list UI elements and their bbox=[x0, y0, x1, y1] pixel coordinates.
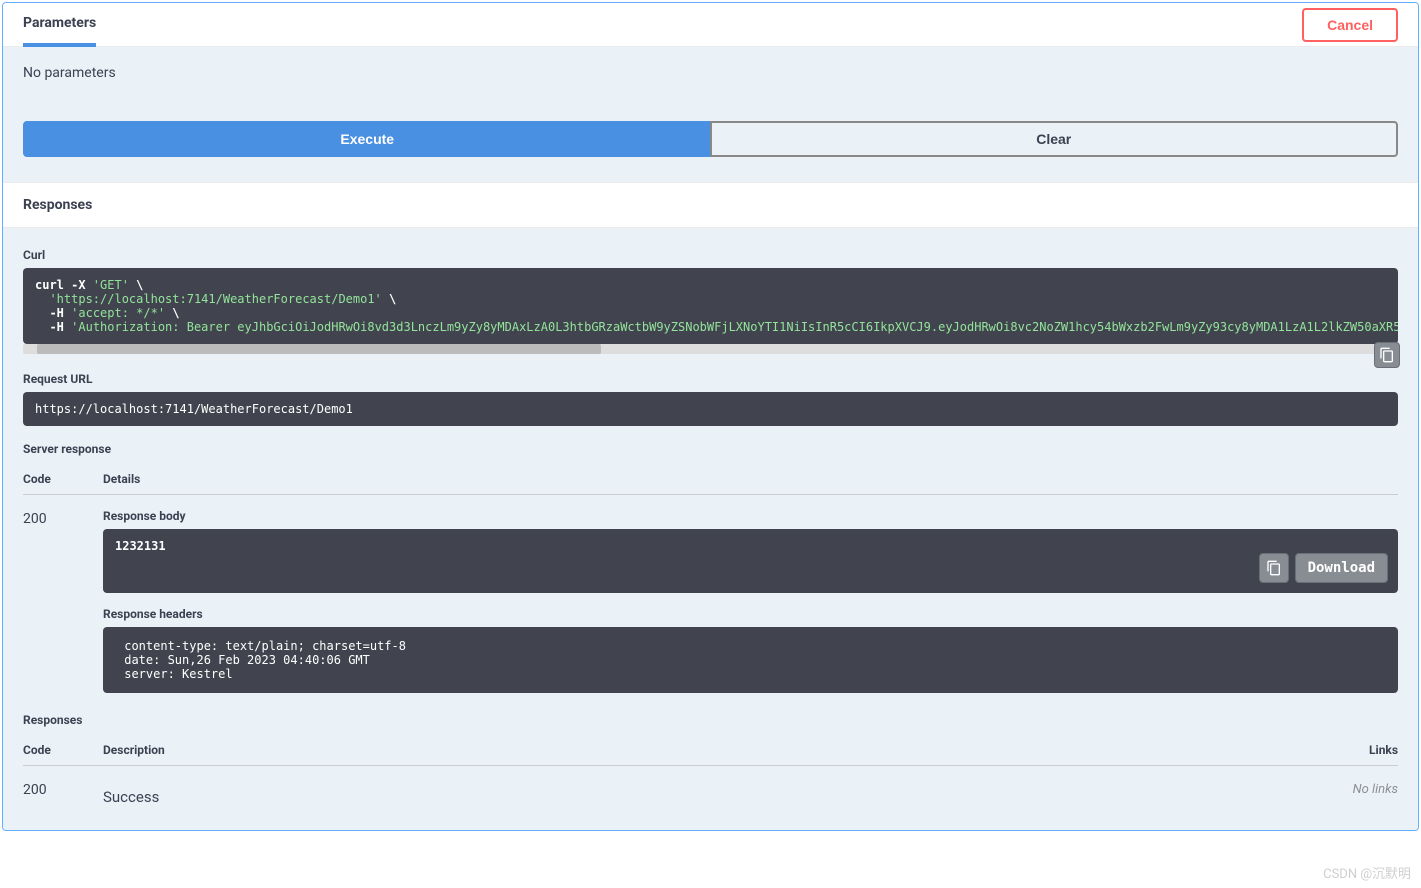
curl-method: 'GET' bbox=[93, 278, 129, 292]
watermark: CSDN @沉默明 bbox=[1323, 863, 1411, 882]
execute-button[interactable]: Execute bbox=[23, 121, 710, 157]
curl-bs2: \ bbox=[382, 292, 396, 306]
doc-description: Success bbox=[103, 780, 1308, 806]
curl-h1-pre: -H bbox=[49, 306, 71, 320]
curl-cmd: curl -X bbox=[35, 278, 93, 292]
clipboard-icon bbox=[1379, 347, 1395, 363]
responses-table-label: Responses bbox=[23, 713, 1398, 727]
no-parameters-text: No parameters bbox=[23, 65, 1398, 81]
copy-curl-button[interactable] bbox=[1374, 342, 1400, 368]
response-body-value: 1232131 bbox=[115, 539, 166, 553]
curl-scrollbar[interactable] bbox=[23, 344, 1398, 354]
cancel-button[interactable]: Cancel bbox=[1302, 8, 1398, 42]
response-body-block[interactable]: 1232131 Download bbox=[103, 529, 1398, 593]
curl-wrap: curl -X 'GET' \ 'https://localhost:7141/… bbox=[23, 268, 1398, 354]
button-row: Execute Clear bbox=[23, 121, 1398, 157]
tab-parameters[interactable]: Parameters bbox=[23, 3, 96, 47]
parameters-body: No parameters Execute Clear bbox=[3, 47, 1418, 182]
body-actions: Download bbox=[1259, 553, 1388, 583]
doc-code: 200 bbox=[23, 780, 103, 806]
col-links: Links bbox=[1308, 743, 1398, 757]
tab-header: Parameters Cancel bbox=[3, 3, 1418, 47]
response-headers-label: Response headers bbox=[103, 607, 1398, 621]
clear-button[interactable]: Clear bbox=[710, 121, 1399, 157]
curl-url: 'https://localhost:7141/WeatherForecast/… bbox=[49, 292, 381, 306]
col-code2: Code bbox=[23, 743, 103, 757]
responses-area: Curl curl -X 'GET' \ 'https://localhost:… bbox=[3, 228, 1418, 830]
clipboard-icon bbox=[1266, 560, 1282, 576]
curl-label: Curl bbox=[23, 248, 1398, 262]
doc-links: No links bbox=[1308, 780, 1398, 806]
response-details: Response body 1232131 Download Response … bbox=[103, 509, 1398, 693]
responses-table-header: Code Description Links bbox=[23, 733, 1398, 766]
curl-h1: 'accept: */*' bbox=[71, 306, 165, 320]
curl-h2: 'Authorization: Bearer eyJhbGciOiJodHRwO… bbox=[71, 320, 1398, 334]
server-response-header-row: Code Details bbox=[23, 462, 1398, 495]
response-body-label: Response body bbox=[103, 509, 1398, 523]
request-url-label: Request URL bbox=[23, 372, 1398, 386]
request-url-block[interactable]: https://localhost:7141/WeatherForecast/D… bbox=[23, 392, 1398, 426]
copy-body-button[interactable] bbox=[1259, 553, 1289, 583]
doc-response-row: 200 Success No links bbox=[23, 766, 1398, 810]
col-details: Details bbox=[103, 472, 1398, 486]
server-response-row: 200 Response body 1232131 Download Respo… bbox=[23, 495, 1398, 697]
col-description: Description bbox=[103, 743, 1308, 757]
curl-h2-pre: -H bbox=[49, 320, 71, 334]
server-response-label: Server response bbox=[23, 442, 1398, 456]
curl-block[interactable]: curl -X 'GET' \ 'https://localhost:7141/… bbox=[23, 268, 1398, 344]
curl-bs3: \ bbox=[165, 306, 179, 320]
download-button[interactable]: Download bbox=[1295, 553, 1388, 583]
responses-heading: Responses bbox=[3, 182, 1418, 228]
response-code: 200 bbox=[23, 509, 103, 693]
api-panel: Parameters Cancel No parameters Execute … bbox=[2, 2, 1419, 831]
col-code: Code bbox=[23, 472, 103, 486]
response-headers-block[interactable]: content-type: text/plain; charset=utf-8 … bbox=[103, 627, 1398, 693]
curl-scroll-thumb[interactable] bbox=[37, 344, 601, 354]
curl-bs1: \ bbox=[129, 278, 143, 292]
